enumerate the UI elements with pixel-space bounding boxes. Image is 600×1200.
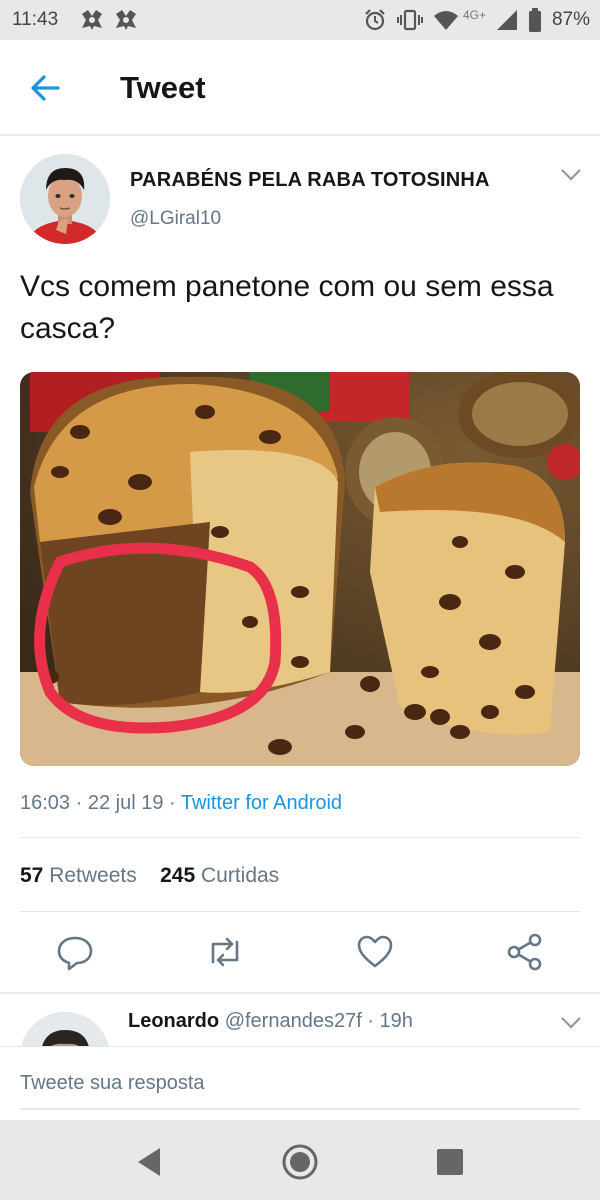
retweets-stat[interactable]: 57 Retweets	[20, 864, 137, 887]
tweet-photo[interactable]	[20, 372, 580, 766]
reply-author-name: Leonardo	[128, 1010, 220, 1032]
network-type: 4G+	[462, 8, 486, 22]
android-nav-bar	[0, 1120, 600, 1200]
battery-percent: 87%	[551, 9, 590, 30]
signal-icon	[496, 10, 517, 30]
chevron-down-icon[interactable]	[560, 1016, 582, 1030]
notification-icon	[116, 10, 136, 30]
alarm-icon	[365, 9, 385, 31]
divider	[20, 837, 580, 838]
likes-label: Curtidas	[200, 864, 280, 887]
retweets-label: Retweets	[49, 864, 137, 887]
author-name[interactable]: PARABÉNS PELA RABA TOTOSINHA	[130, 169, 490, 192]
nav-recents-icon[interactable]	[430, 1142, 470, 1182]
tweet-source[interactable]: Twitter for Android	[181, 792, 342, 814]
tweet-stats: 57 Retweets 245 Curtidas	[20, 864, 279, 888]
tweet-timestamp[interactable]: 16:03 · 22 jul 19 ·	[20, 792, 181, 814]
battery-icon	[528, 8, 541, 32]
tweet-actions	[0, 930, 600, 980]
likes-count: 245	[160, 864, 196, 887]
status-time: 11:43	[12, 9, 59, 30]
reply-handle-time: @fernandes27f · 19h	[224, 1010, 413, 1032]
page-title: Tweet	[120, 70, 206, 105]
tweet-meta: 16:03 · 22 jul 19 · Twitter for Android	[20, 792, 342, 815]
reply-icon[interactable]	[55, 932, 95, 972]
divider	[20, 911, 580, 912]
nav-home-icon[interactable]	[280, 1142, 320, 1182]
nav-back-icon[interactable]	[130, 1142, 170, 1182]
tweet-text: Vcs comem panetone com ou sem essa casca…	[20, 270, 554, 345]
author-handle[interactable]: @LGiral10	[130, 208, 221, 230]
status-bar: 11:43 4G+ 87%	[0, 0, 600, 40]
share-icon[interactable]	[505, 932, 545, 972]
reply-input[interactable]: Tweete sua resposta	[20, 1072, 205, 1095]
chevron-down-icon[interactable]	[560, 168, 582, 182]
wifi-icon	[433, 11, 458, 30]
back-arrow-icon[interactable]	[28, 70, 64, 106]
divider	[0, 992, 600, 994]
like-icon[interactable]	[355, 932, 395, 972]
retweets-count: 57	[20, 864, 44, 887]
notification-icon	[82, 10, 102, 30]
author-avatar[interactable]	[20, 154, 110, 244]
compose-underline	[20, 1108, 580, 1110]
app-bar: Tweet	[0, 40, 600, 136]
retweet-icon[interactable]	[205, 932, 245, 972]
reply-author[interactable]: Leonardo @fernandes27f · 19h	[128, 1010, 413, 1033]
likes-stat[interactable]: 245 Curtidas	[160, 864, 279, 887]
vibrate-icon	[396, 9, 423, 31]
